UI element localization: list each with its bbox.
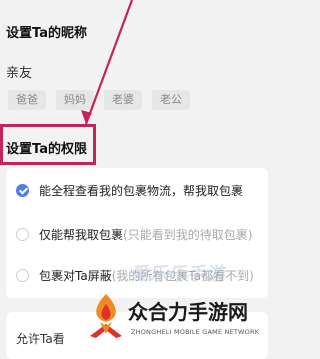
option-label: 仅能帮我取包裹	[39, 228, 124, 242]
option-label: 能全程查看我的包裹物流，帮我取包裹	[39, 184, 244, 198]
radio-unchecked-icon[interactable]	[16, 269, 29, 282]
nickname-chip-mom[interactable]: 妈妈	[56, 90, 94, 110]
brand-name: 众合力手游网	[128, 300, 248, 324]
brand-subtitle: ZHONGHELI MOBILE GAME NETWORK	[131, 328, 260, 336]
option-hint: (只能看到我的待取包裹)	[123, 228, 253, 242]
permission-option-pickup-only[interactable]: 仅能帮我取包裹 (只能看到我的待取包裹)	[16, 226, 252, 243]
permission-section-title: 设置Ta的权限	[6, 142, 87, 157]
nickname-section-title: 设置Ta的昵称	[6, 26, 87, 41]
radio-checked-icon[interactable]	[16, 184, 29, 197]
nickname-chip-dad[interactable]: 爸爸	[8, 90, 46, 110]
nickname-chip-husband[interactable]: 老公	[152, 90, 190, 110]
allow-view-label: 允许Ta看	[16, 332, 65, 346]
watermark-text: 爱乐乐手游	[130, 264, 229, 285]
nickname-value[interactable]: 亲友	[6, 62, 32, 81]
nickname-chip-wife[interactable]: 老婆	[104, 90, 142, 110]
radio-unchecked-icon[interactable]	[16, 228, 29, 241]
nickname-chip-list: 爸爸 妈妈 老婆 老公	[8, 90, 190, 110]
option-label: 包裹对Ta屏蔽	[39, 269, 112, 283]
permission-option-full[interactable]: 能全程查看我的包裹物流，帮我取包裹	[16, 182, 243, 199]
brand-logo-icon	[90, 294, 122, 338]
